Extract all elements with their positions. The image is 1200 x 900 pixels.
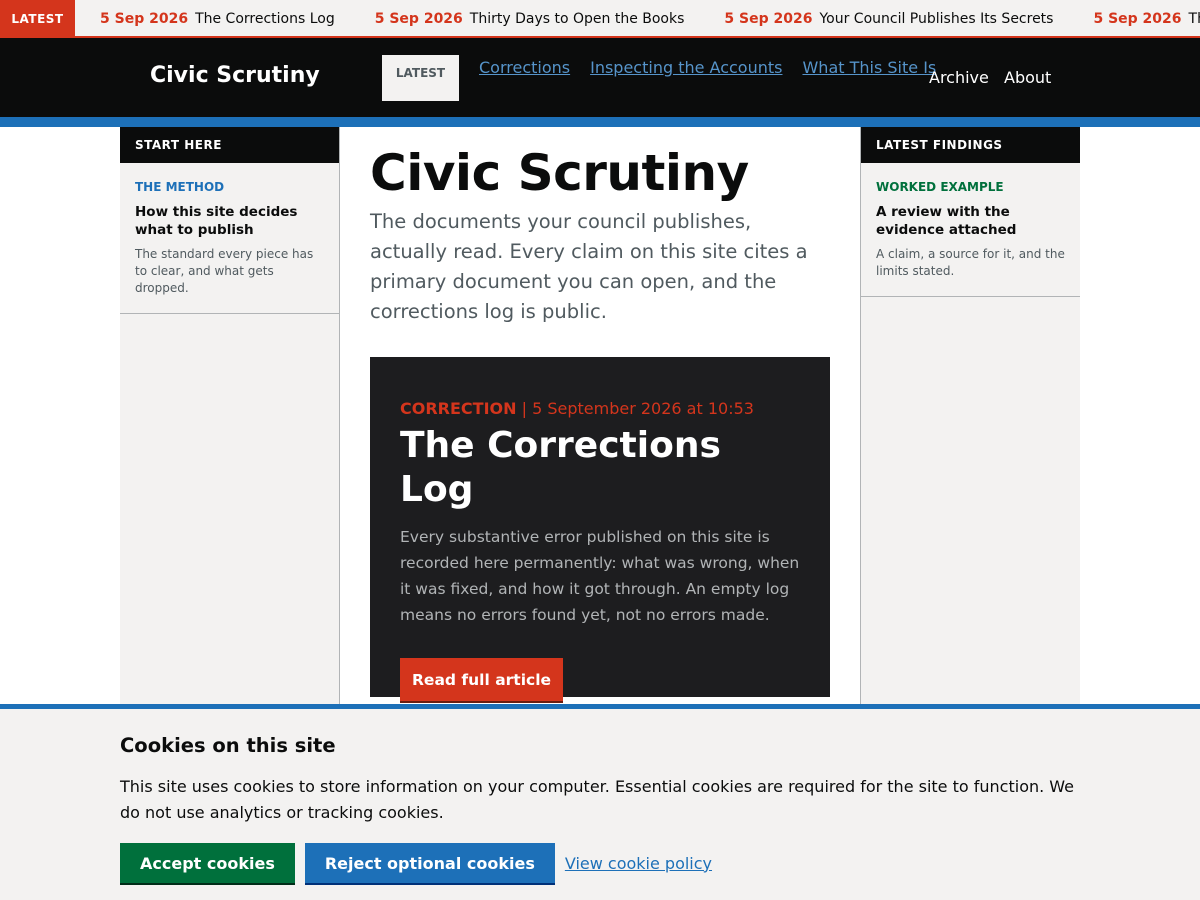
cookie-banner: Cookies on this site This site uses cook… [0,704,1200,900]
cookie-title: Cookies on this site [120,734,336,757]
right-sidebar: LATEST FINDINGS WORKED EXAMPLE A review … [860,127,1080,707]
site-header: Civic Scrutiny LATEST Corrections Inspec… [0,38,1200,127]
sidebar-card-tag: WORKED EXAMPLE [876,180,1004,194]
ticker-date: 5 Sep 2026 [100,10,189,27]
ticker-date: 5 Sep 2026 [374,10,463,27]
main-content: Civic Scrutiny The documents your counci… [340,127,860,707]
ticker-item[interactable]: 5 Sep 2026 Thirty Days to Open the Books [375,11,685,27]
featured-article: CORRECTION | 5 September 2026 at 10:53 T… [370,357,830,701]
sidebar-card-description: A claim, a source for it, and the limits… [876,247,1065,278]
nav-about[interactable]: About [1004,68,1051,87]
nav-archive[interactable]: Archive [929,68,989,87]
site-brand[interactable]: Civic Scrutiny [150,63,320,88]
cookie-text: This site uses cookies to store informat… [120,777,1075,822]
latest-ticker: LATEST 5 Sep 2026 The Corrections Log 5 … [0,0,1200,38]
sidebar-card-title: A review with the evidence attached [876,204,1017,238]
sidebar-card-worked-example[interactable]: WORKED EXAMPLE A review with the evidenc… [861,163,1080,297]
ticker-item[interactable]: 5 Sep 2026 The Corrections Log [100,11,335,27]
feature-kind: CORRECTION [400,399,517,418]
reject-cookies-button[interactable]: Reject optional cookies [304,843,555,883]
read-full-article-button[interactable]: Read full article [400,658,564,701]
feature-separator: | [516,399,533,418]
ticker-badge: LATEST [0,0,75,36]
ticker-title: The Corrections Log [1188,10,1200,27]
sidebar-card-description: The standard every piece has to clear, a… [135,247,314,295]
left-sidebar: START HERE THE METHOD How this site deci… [120,127,340,707]
sidebar-card-title: How this site decides what to publish [135,204,298,238]
sidebar-heading: START HERE [120,127,339,163]
feature-meta: CORRECTION | 5 September 2026 at 10:53 [400,399,800,418]
feature-timestamp: 5 September 2026 at 10:53 [532,399,754,418]
accept-cookies-button[interactable]: Accept cookies [120,843,295,883]
nav-link-corrections[interactable]: Corrections [479,58,570,77]
ticker-title: Your Council Publishes Its Secrets [819,10,1054,27]
page-title: Civic Scrutiny [370,144,749,202]
feature-title: The Corrections Log [400,425,721,510]
nav-link-inspecting-accounts[interactable]: Inspecting the Accounts [590,58,782,77]
ticker-item[interactable]: 5 Sep 2026 The Corrections Log [1093,11,1200,27]
ticker-date: 5 Sep 2026 [724,10,813,27]
ticker-item[interactable]: 5 Sep 2026 Your Council Publishes Its Se… [724,11,1053,27]
nav-latest-tab[interactable]: LATEST [382,55,459,101]
sidebar-heading: LATEST FINDINGS [861,127,1080,163]
cookie-policy-link[interactable]: View cookie policy [565,854,712,873]
nav-link-what-this-site-is[interactable]: What This Site Is [802,58,936,77]
feature-body: Every substantive error published on thi… [400,528,800,624]
sidebar-card-method[interactable]: THE METHOD How this site decides what to… [120,163,339,314]
cookie-actions: Accept cookies Reject optional cookies V… [120,843,1080,883]
ticker-track: 5 Sep 2026 The Corrections Log 5 Sep 202… [100,0,1200,36]
ticker-title: Thirty Days to Open the Books [469,10,685,27]
page-lede: The documents your council publishes, ac… [370,210,808,323]
sidebar-card-tag: THE METHOD [135,180,225,194]
nav-links: Corrections Inspecting the Accounts What… [479,58,936,77]
ticker-title: The Corrections Log [195,10,335,27]
ticker-date: 5 Sep 2026 [1093,10,1182,27]
